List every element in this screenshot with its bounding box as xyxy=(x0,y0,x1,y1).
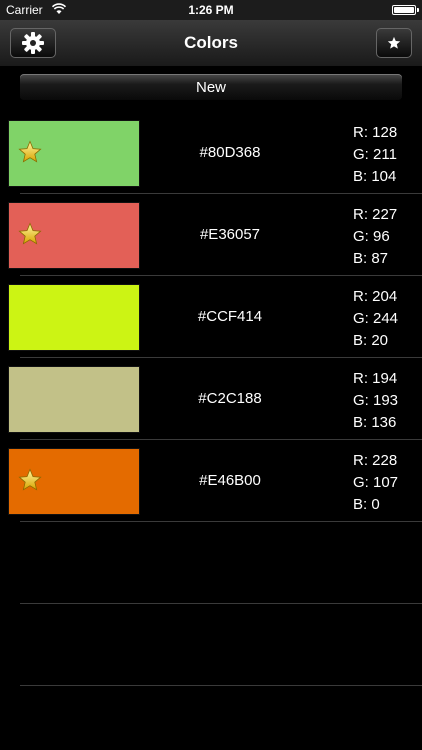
blue-value: B: 0 xyxy=(353,496,380,513)
green-value: G: 107 xyxy=(353,474,399,491)
star-icon xyxy=(387,36,401,49)
hex-value: #C2C188 xyxy=(198,390,262,407)
red-value: R: 128 xyxy=(353,124,398,141)
red-value: R: 227 xyxy=(353,206,398,223)
rgb-values: R: 228 G: 107 B: 0 xyxy=(353,450,398,516)
color-row[interactable]: #E46B00 R: 228 G: 107 B: 0 xyxy=(8,440,422,522)
blue-value: B: 104 xyxy=(353,168,397,185)
hex-value: #CCF414 xyxy=(197,308,263,325)
color-list: #80D368 R: 128 G: 211 B: 104 #E36057 R: 227 G:… xyxy=(0,112,422,686)
color-row[interactable]: #C2C188 R: 194 G: 193 B: 136 xyxy=(8,358,422,440)
blue-value: B: 87 xyxy=(353,250,389,267)
hex-value: #80D368 xyxy=(199,144,261,161)
red-value: R: 228 xyxy=(353,452,398,469)
navigation-bar: Colors xyxy=(0,20,422,67)
page-title: Colors xyxy=(184,33,238,52)
status-bar: Carrier 1:26 PM xyxy=(0,0,422,20)
blue-value: B: 20 xyxy=(353,332,389,349)
color-swatch[interactable] xyxy=(8,284,140,351)
color-row[interactable]: #E36057 R: 227 G: 96 B: 87 xyxy=(8,194,422,276)
battery-icon xyxy=(392,5,419,15)
rgb-values: R: 204 G: 244 B: 20 xyxy=(353,286,398,352)
favorite-star-icon xyxy=(18,468,42,492)
rgb-values: R: 227 G: 96 B: 87 xyxy=(353,204,397,270)
color-row[interactable]: #80D368 R: 128 G: 211 B: 104 xyxy=(8,112,422,194)
empty-row xyxy=(20,604,422,686)
rgb-values: R: 194 G: 193 B: 136 xyxy=(353,368,398,434)
favorite-star-icon xyxy=(18,222,42,246)
rgb-values: R: 128 G: 211 B: 104 xyxy=(353,122,397,188)
color-swatch[interactable] xyxy=(8,366,140,433)
red-value: R: 204 xyxy=(353,288,398,305)
blue-value: B: 136 xyxy=(353,414,397,431)
favorite-star-icon xyxy=(18,140,42,164)
green-value: G: 244 xyxy=(353,310,399,327)
favorites-button[interactable] xyxy=(376,28,412,58)
color-row[interactable]: #CCF414 R: 204 G: 244 B: 20 xyxy=(8,276,422,358)
red-value: R: 194 xyxy=(353,370,398,387)
clock: 1:26 PM xyxy=(188,3,234,17)
green-value: G: 193 xyxy=(353,392,399,409)
hex-value: #E36057 xyxy=(199,226,261,243)
green-value: G: 211 xyxy=(353,146,397,163)
hex-value: #E46B00 xyxy=(199,472,261,489)
new-color-button[interactable]: New xyxy=(20,74,402,100)
empty-row xyxy=(20,522,422,604)
green-value: G: 96 xyxy=(353,228,390,245)
